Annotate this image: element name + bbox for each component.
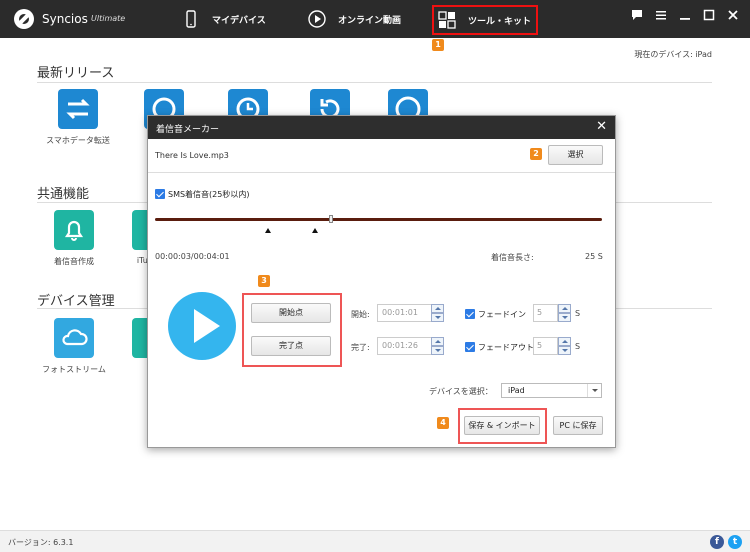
nav-my-device-label: マイデバイス xyxy=(212,15,266,26)
app-name: Syncios xyxy=(42,12,88,26)
set-start-point-button[interactable]: 開始点 xyxy=(251,303,331,323)
timeline-playhead[interactable] xyxy=(329,215,333,223)
end-marker-icon[interactable] xyxy=(312,228,318,233)
fade-out-label: フェードアウト xyxy=(478,343,534,352)
fade-in-unit: S xyxy=(575,309,581,318)
start-time-stepper[interactable] xyxy=(431,304,444,322)
window-controls xyxy=(630,8,740,22)
fade-in-stepper[interactable] xyxy=(558,304,571,322)
end-time-label: 完了: xyxy=(351,343,370,352)
syncios-logo-icon xyxy=(14,9,34,29)
menu-icon[interactable] xyxy=(654,8,668,22)
message-icon[interactable] xyxy=(630,8,644,22)
audio-timeline[interactable] xyxy=(155,218,602,221)
select-file-button[interactable]: 選択 xyxy=(548,145,603,165)
step-badge-1: 1 xyxy=(432,39,444,51)
dialog-title: 着信音メーカー xyxy=(156,125,220,135)
start-marker-icon[interactable] xyxy=(265,228,271,233)
fade-out-stepper[interactable] xyxy=(558,337,571,355)
fade-in-input[interactable]: 5 xyxy=(533,304,558,322)
facebook-icon[interactable]: f xyxy=(710,535,724,549)
set-end-point-button[interactable]: 完了点 xyxy=(251,336,331,356)
dialog-header: 着信音メーカー ✕ xyxy=(148,116,615,139)
chevron-down-icon[interactable] xyxy=(587,384,601,397)
step-badge-2: 2 xyxy=(530,148,542,160)
stepper-up-icon[interactable] xyxy=(558,337,571,346)
fade-out-checkbox[interactable] xyxy=(465,342,475,352)
fade-out-input[interactable]: 5 xyxy=(533,337,558,355)
dialog-close-icon[interactable]: ✕ xyxy=(596,120,607,134)
section-divider xyxy=(37,82,712,83)
play-circle-icon xyxy=(308,10,326,28)
bell-icon xyxy=(54,210,94,250)
nav-online-video-label: オンライン動画 xyxy=(338,15,402,26)
nav-online-video[interactable]: オンライン動画 xyxy=(308,0,401,38)
ringtone-maker-dialog: 着信音メーカー ✕ There Is Love.mp3 2 選択 SMS着信音(… xyxy=(147,115,616,448)
nav-toolkit[interactable]: ツール・キット xyxy=(432,5,538,35)
stepper-up-icon[interactable] xyxy=(558,304,571,313)
save-to-pc-button[interactable]: PC に保存 xyxy=(553,416,603,435)
phone-icon xyxy=(186,10,196,28)
version-label: バージョン: 6.3.1 xyxy=(8,538,74,547)
transfer-arrows-icon xyxy=(58,89,98,129)
nav-my-device[interactable]: マイデバイス xyxy=(182,0,266,38)
dialog-separator xyxy=(148,172,615,173)
stepper-down-icon[interactable] xyxy=(431,346,444,355)
start-time-input[interactable]: 00:01:01 xyxy=(377,304,433,322)
tool-ringtone-maker[interactable]: 着信音作成 xyxy=(34,210,114,267)
file-name: There Is Love.mp3 xyxy=(155,151,229,160)
twitter-icon[interactable]: t xyxy=(728,535,742,549)
tool-ringtone-maker-label: 着信音作成 xyxy=(54,257,94,266)
time-display: 00:00:03/00:04:01 xyxy=(155,252,230,261)
save-import-button[interactable]: 保存 & インポート xyxy=(464,416,540,435)
ringtone-length-value: 25 S xyxy=(585,252,603,261)
device-select-label: デバイスを選択： xyxy=(429,387,493,396)
section-title-common: 共通機能 xyxy=(37,187,90,202)
stepper-up-icon[interactable] xyxy=(431,337,444,346)
stepper-down-icon[interactable] xyxy=(431,313,444,322)
fade-out-unit: S xyxy=(575,342,581,351)
start-time-label: 開始: xyxy=(351,310,370,319)
device-select-value: iPad xyxy=(508,386,525,395)
stepper-up-icon[interactable] xyxy=(431,304,444,313)
ringtone-length-label: 着信音長さ: xyxy=(491,253,534,262)
play-button[interactable] xyxy=(168,292,236,360)
end-time-input[interactable]: 00:01:26 xyxy=(377,337,433,355)
tool-phone-transfer-label: スマホデータ転送 xyxy=(46,136,110,145)
nav-toolkit-label: ツール・キット xyxy=(468,16,532,27)
step-badge-4: 4 xyxy=(437,417,449,429)
current-device-label: 現在のデバイス: iPad xyxy=(634,50,712,59)
stepper-down-icon[interactable] xyxy=(558,313,571,322)
step-badge-3: 3 xyxy=(258,275,270,287)
fade-in-checkbox[interactable] xyxy=(465,309,475,319)
title-bar: Syncios Ultimate マイデバイス オンライン動画 ツール・キット xyxy=(0,0,750,38)
grid-icon xyxy=(438,11,456,29)
maximize-icon[interactable] xyxy=(702,8,716,22)
fade-in-label: フェードイン xyxy=(478,310,526,319)
stepper-down-icon[interactable] xyxy=(558,346,571,355)
app-edition: Ultimate xyxy=(91,14,126,23)
tool-phone-transfer[interactable]: スマホデータ転送 xyxy=(38,89,118,146)
section-title-latest: 最新リリース xyxy=(37,66,115,81)
minimize-icon[interactable] xyxy=(678,8,692,22)
status-bar: バージョン: 6.3.1 f t xyxy=(0,530,750,552)
cloud-icon xyxy=(54,318,94,358)
close-icon[interactable] xyxy=(726,8,740,22)
device-select[interactable]: iPad xyxy=(501,383,602,398)
section-title-device-mgmt: デバイス管理 xyxy=(37,294,115,309)
sms-ringtone-checkbox[interactable] xyxy=(155,189,165,199)
tool-photo-stream[interactable]: フォトストリーム xyxy=(34,318,114,375)
tool-photo-stream-label: フォトストリーム xyxy=(42,365,106,374)
sms-ringtone-label: SMS着信音(25秒以内) xyxy=(168,190,250,199)
end-time-stepper[interactable] xyxy=(431,337,444,355)
